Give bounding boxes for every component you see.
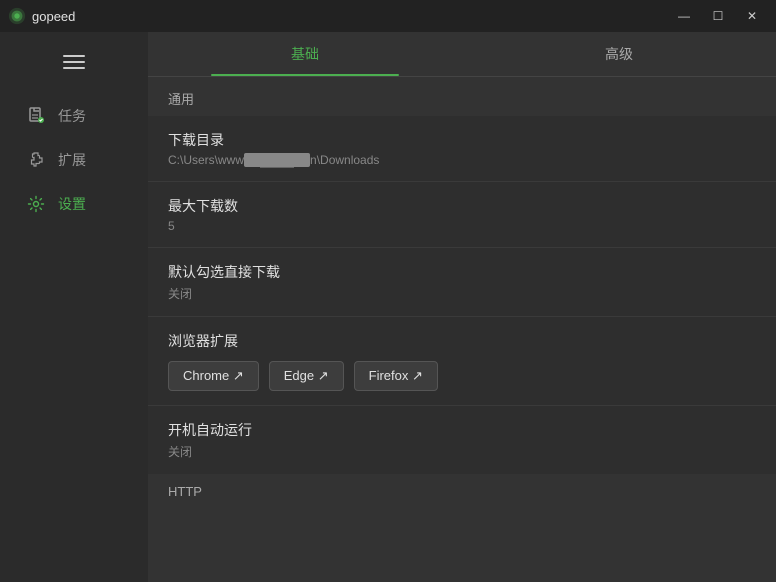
sidebar: 任务 扩展 设置 [0,32,148,582]
sidebar-label-settings: 设置 [58,194,86,214]
titlebar-controls: — ☐ ✕ [668,5,768,27]
close-button[interactable]: ✕ [736,5,768,27]
hamburger-icon [63,55,85,69]
settings-group-general: 下载目录 C:\Users\www████n\Downloads 最大下载数 5… [148,116,776,474]
setting-title-auto-start: 开机自动运行 [168,420,756,440]
app-logo [8,7,26,25]
setting-title-direct-download: 默认勾选直接下载 [168,262,756,282]
setting-value-download-dir: C:\Users\www████n\Downloads [168,153,756,167]
tab-basic[interactable]: 基础 [148,32,462,76]
setting-max-downloads[interactable]: 最大下载数 5 [148,182,776,248]
app-body: 任务 扩展 设置 [0,32,776,582]
setting-auto-start[interactable]: 开机自动运行 关闭 [148,406,776,474]
section-label-http: HTTP [148,474,776,505]
setting-title-download-dir: 下载目录 [168,130,756,150]
setting-title-max-downloads: 最大下载数 [168,196,756,216]
file-icon [26,106,46,126]
setting-value-direct-download: 关闭 [168,285,756,302]
titlebar-left: gopeed [8,7,75,25]
menu-button[interactable] [54,44,94,80]
setting-download-dir[interactable]: 下载目录 C:\Users\www████n\Downloads [148,116,776,182]
app-title: gopeed [32,9,75,24]
sidebar-label-extensions: 扩展 [58,150,86,170]
sidebar-item-extensions[interactable]: 扩展 [12,140,136,180]
firefox-extension-button[interactable]: Firefox ↗ [354,361,438,391]
sidebar-nav: 任务 扩展 设置 [0,96,148,224]
tab-advanced[interactable]: 高级 [462,32,776,76]
gear-icon [26,194,46,214]
setting-value-max-downloads: 5 [168,219,756,233]
sidebar-item-settings[interactable]: 设置 [12,184,136,224]
puzzle-icon [26,150,46,170]
main-content: 基础 高级 通用 下载目录 C:\Users\www████n\Download… [148,32,776,582]
maximize-button[interactable]: ☐ [702,5,734,27]
sidebar-item-tasks[interactable]: 任务 [12,96,136,136]
sidebar-label-tasks: 任务 [58,106,86,126]
browser-buttons: Chrome ↗ Edge ↗ Firefox ↗ [168,361,756,391]
chrome-extension-button[interactable]: Chrome ↗ [168,361,259,391]
setting-browser-extensions: 浏览器扩展 Chrome ↗ Edge ↗ Firefox ↗ [148,317,776,406]
setting-title-browser-extensions: 浏览器扩展 [168,331,756,351]
section-label-general: 通用 [148,77,776,116]
settings-scroll: 通用 下载目录 C:\Users\www████n\Downloads 最大下载… [148,77,776,582]
tabs: 基础 高级 [148,32,776,77]
minimize-button[interactable]: — [668,5,700,27]
setting-direct-download[interactable]: 默认勾选直接下载 关闭 [148,248,776,317]
edge-extension-button[interactable]: Edge ↗ [269,361,344,391]
setting-value-auto-start: 关闭 [168,443,756,460]
titlebar: gopeed — ☐ ✕ [0,0,776,32]
